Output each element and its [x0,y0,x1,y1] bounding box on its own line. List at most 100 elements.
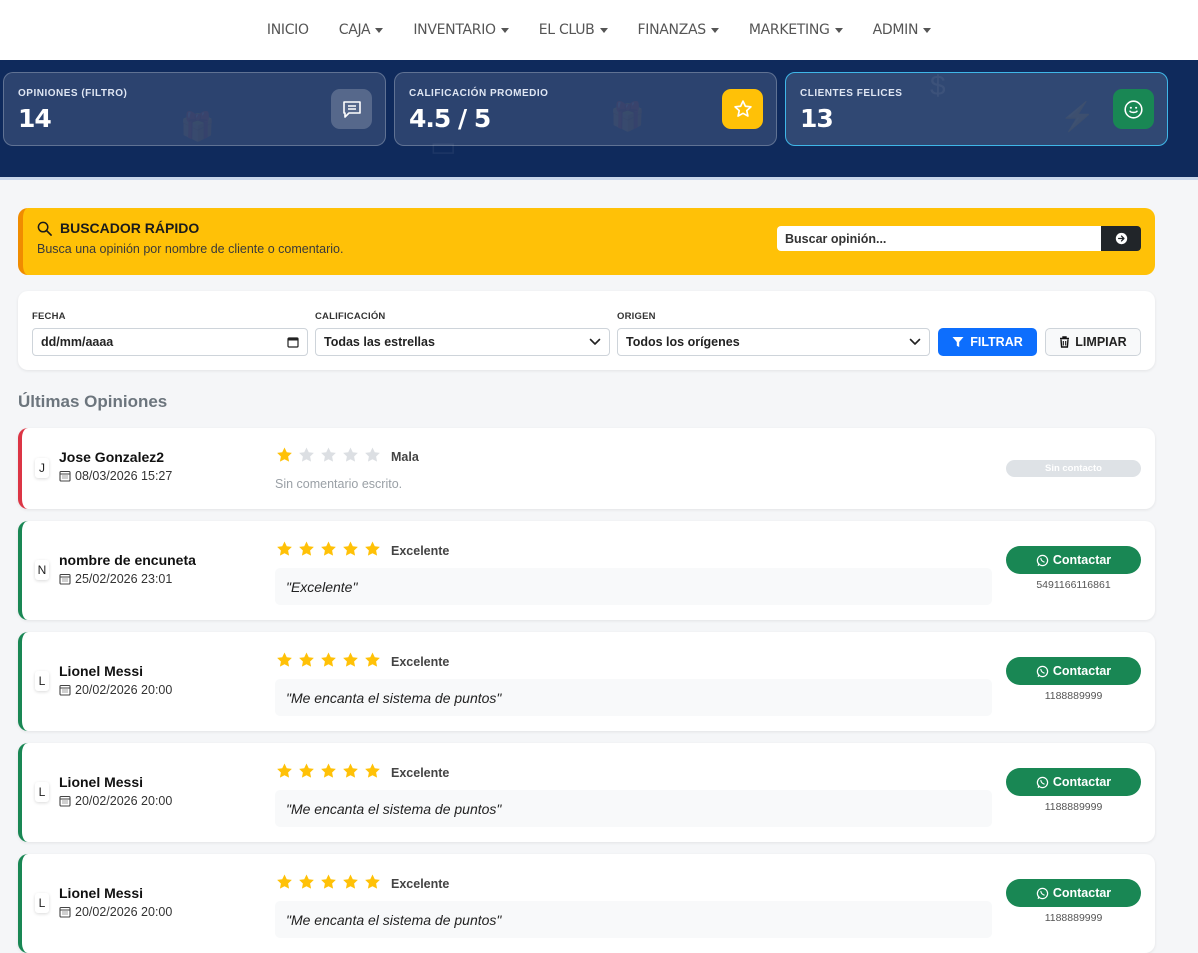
funnel-icon [952,337,964,347]
clear-button-label: LIMPIAR [1075,335,1127,349]
contact-button-label: Contactar [1052,886,1112,900]
nav-item-inventario[interactable]: INVENTARIO [398,22,523,38]
nav-label: CAJA [338,22,371,38]
date-filter-label: FECHA [32,311,66,322]
avatar: L [35,893,49,913]
chevron-down-icon [589,338,601,345]
empty-comment: Sin comentario escrito. [275,477,403,491]
star-icon [321,541,336,556]
rating-select[interactable]: Todas las estrellas [315,328,610,356]
filter-button[interactable]: FILTRAR [938,328,1037,356]
star-icon [299,763,314,778]
customer-name: nombre de encuneta [59,552,196,568]
contact-whatsapp-button[interactable]: Contactar [1006,768,1141,796]
nav-label: FINANZAS [637,22,707,38]
review-card: Nnombre de encuneta 25/02/2026 23:01 Exce… [18,521,1155,620]
nav-label: INVENTARIO [413,22,496,38]
star-icon [277,652,292,667]
caret-down-icon [923,27,932,33]
rating-label: Excelente [391,544,450,558]
nav-label: EL CLUB [538,22,595,38]
star-icon [321,874,336,889]
star-icon [343,874,358,889]
star-icon [299,874,314,889]
rating-label: Excelente [391,655,450,669]
origin-select[interactable]: Todos los orígenes [617,328,930,356]
customer-phone: 1188889999 [1044,801,1103,813]
nav-item-marketing[interactable]: MARKETING [734,22,858,38]
calendar-icon[interactable] [287,336,299,348]
review-card: J Jose Gonzalez2 08/03/2026 15:27 Mala Sin … [18,428,1155,509]
rating-select-value: Todas las estrellas [324,335,435,349]
star-icon [343,447,358,462]
whatsapp-icon [1036,665,1049,677]
star-rating [275,540,382,558]
review-date-text: 25/02/2026 23:01 [75,572,173,586]
search-input[interactable] [777,226,1101,251]
rating-label: Excelente [391,877,450,891]
review-comment: "Me encanta el sistema de puntos" [275,679,992,716]
customer-phone: 1188889999 [1044,690,1103,702]
contact-button-label: Contactar [1052,664,1112,678]
star-icon [365,447,380,462]
caret-down-icon [710,27,719,33]
stats-hero: 🎁 ▭ 🎁 $ ⚡ OPINIONES (FILTRO) 14 CALIFICA… [0,60,1198,180]
top-navbar: INICIO CAJA INVENTARIO EL CLUB FINANZAS … [0,0,1198,60]
customer-name: Jose Gonzalez2 [59,449,165,465]
stat-cards: OPINIONES (FILTRO) 14 CALIFICACIÓN PROME… [3,72,1168,146]
stat-value: 4.5 / 5 [409,104,491,133]
avatar: J [35,458,49,478]
review-card: L Lionel Messi 20/02/2026 20:00 Excelente "… [18,743,1155,842]
search-submit-button[interactable] [1101,226,1141,251]
review-date-text: 20/02/2026 20:00 [75,683,173,697]
stat-label: OPINIONES (FILTRO) [18,88,128,99]
contact-whatsapp-button[interactable]: Contactar [1006,879,1141,907]
star-icon [365,763,380,778]
contact-button-label: Contactar [1052,775,1112,789]
review-card: L Lionel Messi 20/02/2026 20:00 Excelente "… [18,632,1155,731]
review-comment: "Me encanta el sistema de puntos" [275,790,992,827]
nav-item-el-club[interactable]: EL CLUB [524,22,623,38]
review-card: L Lionel Messi 20/02/2026 20:00 Excelente "… [18,854,1155,953]
nav-item-finanzas[interactable]: FINANZAS [623,22,734,38]
caret-down-icon [834,27,843,33]
star-icon [365,541,380,556]
review-date: 20/02/2026 20:00 [59,794,172,808]
star-icon [299,541,314,556]
smile-icon [1113,89,1154,129]
star-icon [343,541,358,556]
whatsapp-icon [1036,554,1049,566]
customer-phone: 5491166116861 [1036,579,1111,591]
stat-card-calificacion: CALIFICACIÓN PROMEDIO 4.5 / 5 [394,72,777,146]
star-icon [365,874,380,889]
trash-icon [1060,336,1070,348]
review-comment: "Me encanta el sistema de puntos" [275,901,992,938]
review-date: 20/02/2026 20:00 [59,905,172,919]
stat-value: 14 [18,104,52,133]
star-icon [321,447,336,462]
clear-button[interactable]: LIMPIAR [1045,328,1141,356]
chevron-down-icon [909,338,921,345]
review-date-text: 08/03/2026 15:27 [75,469,173,483]
star-rating [275,762,382,780]
nav-item-inicio[interactable]: INICIO [252,22,324,38]
contact-whatsapp-button[interactable]: Contactar [1006,546,1141,574]
star-icon [277,447,292,462]
nav-item-admin[interactable]: ADMIN [858,22,947,38]
avatar: L [35,782,49,802]
review-date: 08/03/2026 15:27 [59,469,172,483]
nav-item-caja[interactable]: CAJA [324,22,399,38]
contact-whatsapp-button[interactable]: Contactar [1006,657,1141,685]
whatsapp-icon [1036,776,1049,788]
filter-button-label: FILTRAR [970,335,1023,349]
review-date-text: 20/02/2026 20:00 [75,794,173,808]
star-icon [321,652,336,667]
date-input[interactable]: dd/mm/aaaa [32,328,308,356]
date-input-value: dd/mm/aaaa [41,335,114,349]
caret-down-icon [500,27,509,33]
star-icon [365,652,380,667]
avatar: N [35,560,49,580]
search-group [777,226,1141,251]
calendar-icon [59,470,71,482]
review-date: 20/02/2026 20:00 [59,683,172,697]
